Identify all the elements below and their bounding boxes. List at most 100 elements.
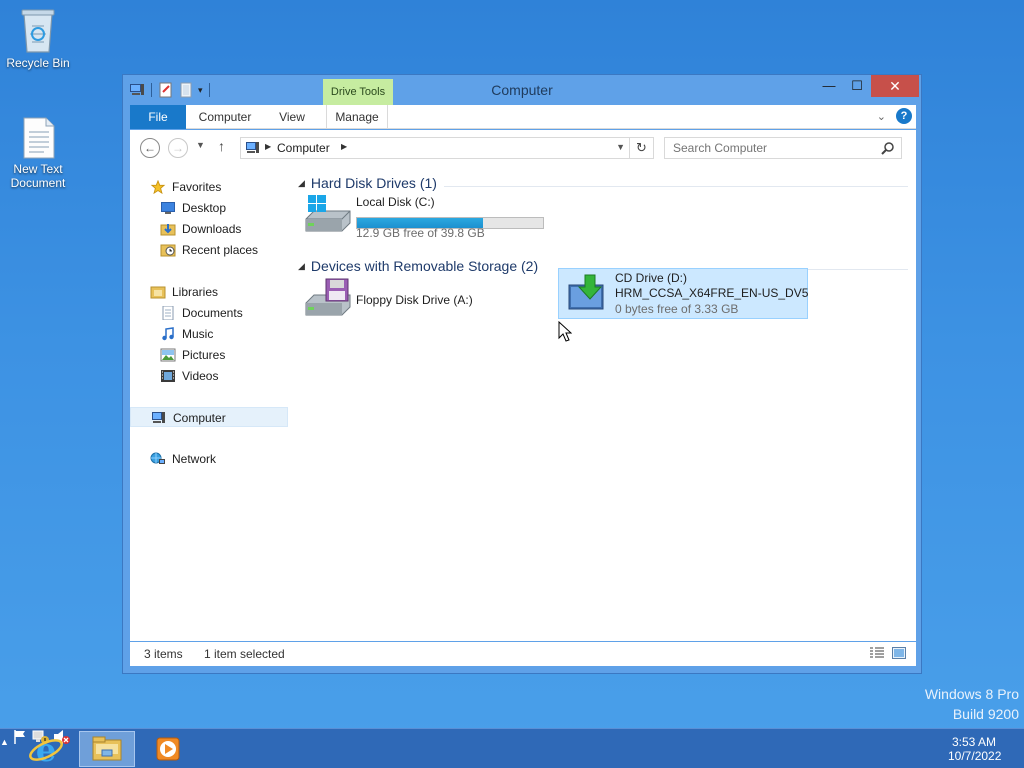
group-header-removable-storage[interactable]: ◢ Devices with Removable Storage (2)	[298, 258, 538, 278]
help-button[interactable]: ?	[896, 108, 912, 124]
status-selected-count: 1 item selected	[204, 647, 285, 661]
navigation-bar: ← → ▼ ↑ ▶ Computer ▶ ▼ ↻	[130, 130, 916, 165]
tab-computer[interactable]: Computer	[194, 105, 256, 129]
taskbar-clock[interactable]: 3:53 AM 10/7/2022	[948, 735, 1002, 763]
group-divider	[444, 186, 908, 187]
drive-a-name: Floppy Disk Drive (A:)	[356, 293, 473, 307]
media-player-icon	[156, 737, 180, 761]
ribbon-right-controls: ⌄ ?	[877, 108, 912, 124]
drive-c-name: Local Disk (C:)	[356, 195, 435, 209]
search-input[interactable]	[665, 138, 875, 158]
explorer-window: ▾ Drive Tools Computer — ☐ ✕ File Comput…	[122, 74, 922, 674]
windows-branding: Windows 8 Pro Build 9200	[925, 684, 1019, 724]
breadcrumb-chevron-icon[interactable]: ▶	[265, 142, 271, 151]
nav-videos-label: Videos	[182, 369, 219, 383]
collapse-triangle-icon[interactable]: ◢	[298, 178, 305, 188]
recycle-bin-desktop-icon[interactable]: Recycle Bin	[0, 6, 76, 70]
nav-downloads-label: Downloads	[182, 222, 242, 236]
drive-d-volume-label: HRM_CCSA_X64FRE_EN-US_DV5	[615, 286, 809, 300]
drive-c-free-space: 12.9 GB free of 39.8 GB	[356, 226, 485, 240]
up-button[interactable]: ↑	[218, 138, 225, 154]
address-bar[interactable]: ▶ Computer ▶ ▼ ↻	[240, 137, 654, 159]
nav-videos[interactable]: Videos	[130, 366, 288, 386]
clock-time: 3:53 AM	[951, 735, 997, 749]
clock-date: 10/7/2022	[948, 749, 1002, 763]
collapse-triangle-icon-2[interactable]: ◢	[298, 261, 305, 271]
desktop-icon	[161, 202, 175, 214]
maximize-button[interactable]: ☐	[843, 75, 871, 97]
breadcrumb-chevron-icon-2[interactable]: ▶	[341, 142, 347, 151]
nav-libraries-label: Libraries	[172, 285, 219, 299]
text-document-icon	[23, 117, 55, 159]
nav-desktop[interactable]: Desktop	[130, 198, 288, 218]
refresh-button[interactable]: ↻	[629, 138, 653, 158]
nav-network[interactable]: Network	[130, 449, 288, 469]
address-dropdown-icon[interactable]: ▼	[616, 142, 625, 152]
group-header-hard-disk-drives[interactable]: ◢ Hard Disk Drives (1)	[298, 175, 437, 195]
tab-view[interactable]: View	[270, 105, 314, 129]
nav-desktop-label: Desktop	[182, 201, 227, 215]
details-view-icon[interactable]	[870, 647, 884, 659]
text-document-label-2: Document	[10, 176, 66, 190]
taskbar: e ▲ 3:53 AM 10/7/2022	[0, 728, 1024, 768]
minimize-button[interactable]: —	[815, 75, 843, 97]
recent-locations-icon[interactable]: ▼	[196, 140, 205, 150]
drive-d-name: CD Drive (D:)	[615, 271, 687, 285]
music-icon	[162, 327, 174, 341]
recent-places-icon	[160, 244, 176, 257]
hard-disk-windows-icon	[305, 195, 351, 232]
nav-music-label: Music	[182, 327, 214, 341]
forward-button[interactable]: →	[168, 138, 188, 158]
drive-local-disk-c[interactable]: Local Disk (C:) 12.9 GB free of 39.8 GB	[304, 193, 560, 240]
taskbar-file-explorer[interactable]	[79, 731, 135, 767]
large-icons-view-icon[interactable]	[892, 647, 906, 659]
nav-recent-places[interactable]: Recent places	[130, 240, 288, 260]
text-document-label-1: New Text	[13, 162, 63, 176]
nav-music[interactable]: Music	[130, 324, 288, 344]
nav-pictures[interactable]: Pictures	[130, 345, 288, 365]
navigation-pane: Favorites Desktop Downloads Recent place…	[130, 165, 288, 641]
internet-explorer-icon: e	[29, 731, 63, 768]
back-button[interactable]: ←	[140, 138, 160, 158]
expand-ribbon-icon[interactable]: ⌄	[877, 110, 886, 123]
search-icon[interactable]	[881, 141, 895, 155]
drive-cd-d[interactable]: CD Drive (D:) HRM_CCSA_X64FRE_EN-US_DV5 …	[558, 268, 808, 319]
tab-manage[interactable]: Manage	[326, 105, 388, 129]
taskbar-internet-explorer[interactable]: e	[18, 731, 74, 768]
videos-icon	[161, 370, 175, 382]
group-hdd-label: Hard Disk Drives (1)	[310, 175, 437, 191]
mouse-cursor-icon	[558, 321, 572, 342]
nav-computer[interactable]: Computer	[130, 407, 288, 427]
close-button[interactable]: ✕	[871, 75, 919, 97]
taskbar-media-player[interactable]	[140, 731, 196, 767]
status-bar: 3 items 1 item selected	[130, 642, 916, 666]
network-icon	[150, 452, 165, 464]
nav-computer-label: Computer	[173, 411, 226, 425]
downloads-icon	[160, 224, 176, 236]
nav-pictures-label: Pictures	[182, 348, 226, 362]
nav-favorites[interactable]: Favorites	[130, 177, 288, 197]
breadcrumb-computer[interactable]: Computer	[277, 141, 330, 155]
search-box[interactable]	[664, 137, 902, 159]
windows-build: Build 9200	[952, 706, 1019, 722]
libraries-icon	[150, 286, 166, 299]
ribbon-tab-bar: File Computer View Manage ⌄ ?	[130, 105, 916, 129]
text-document-desktop-icon[interactable]: New Text Document	[0, 116, 76, 190]
nav-documents-label: Documents	[182, 306, 243, 320]
group-removable-label: Devices with Removable Storage (2)	[310, 258, 539, 274]
status-item-count: 3 items	[144, 647, 183, 661]
nav-libraries[interactable]: Libraries	[130, 282, 288, 302]
window-title: Computer	[491, 82, 553, 98]
drive-d-free-space: 0 bytes free of 3.33 GB	[615, 302, 739, 316]
recycle-bin-label: Recycle Bin	[6, 56, 70, 70]
recycle-bin-icon	[21, 9, 55, 53]
tab-file[interactable]: File	[130, 105, 186, 129]
drive-floppy-a[interactable]: Floppy Disk Drive (A:)	[304, 277, 544, 323]
file-explorer-icon	[92, 736, 122, 761]
floppy-drive-icon	[305, 278, 351, 316]
show-hidden-icons-icon[interactable]: ▲	[0, 737, 9, 747]
nav-downloads[interactable]: Downloads	[130, 219, 288, 239]
nav-documents[interactable]: Documents	[130, 303, 288, 323]
title-bar[interactable]: ▾ Drive Tools Computer — ☐ ✕	[123, 75, 921, 105]
computer-icon	[152, 412, 165, 423]
